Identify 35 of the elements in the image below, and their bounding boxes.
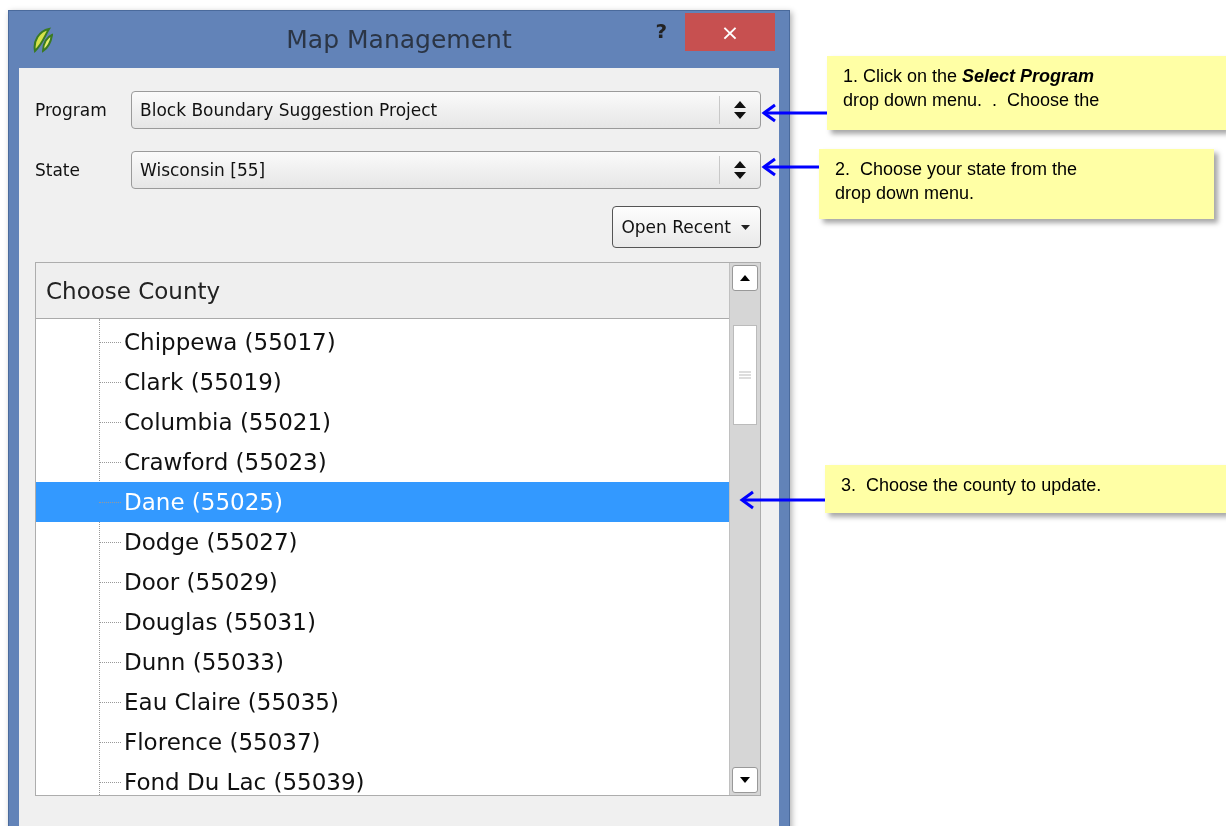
tree-item[interactable]: Columbia (55021): [36, 402, 729, 442]
tree-item[interactable]: Clark (55019): [36, 362, 729, 402]
leaf-logo-icon: [31, 27, 53, 53]
callout-note: 1. Click on the Select Program drop down menu. . Choose the: [827, 56, 1226, 130]
pointer-arrow: [761, 157, 819, 177]
scroll-down-button[interactable]: [732, 767, 758, 793]
field-label: State: [35, 160, 81, 180]
callout-note: 2. Choose your state from the drop down menu.: [819, 149, 1214, 219]
tree-item[interactable]: Fond Du Lac (55039): [36, 762, 729, 795]
help-button[interactable]: ?: [655, 19, 667, 43]
up-triangle-icon: [740, 275, 750, 281]
down-triangle-icon: [740, 777, 750, 783]
tree-item[interactable]: Door (55029): [36, 562, 729, 602]
close-button[interactable]: ×: [685, 13, 775, 51]
scroll-up-button[interactable]: [732, 265, 758, 291]
window-title: Map Management: [286, 25, 512, 54]
tree-item[interactable]: Eau Claire (55035): [36, 682, 729, 722]
tree-item[interactable]: Douglas (55031): [36, 602, 729, 642]
tree-item[interactable]: Crawford (55023): [36, 442, 729, 482]
up-down-arrows-icon: [734, 101, 746, 119]
field-label: Program: [35, 100, 108, 120]
caret-icon: [741, 224, 750, 230]
dropdown-field[interactable]: Block Boundary Suggestion Project: [131, 91, 761, 129]
pointer-arrow: [761, 103, 827, 123]
tree-item[interactable]: Chippewa (55017): [36, 322, 729, 362]
column-header: Choose County: [36, 263, 729, 319]
tree-item[interactable]: Florence (55037): [36, 722, 729, 762]
dropdown-field[interactable]: Wisconsin [55]: [131, 151, 761, 189]
up-down-arrows-icon: [734, 161, 746, 179]
scroll-thumb[interactable]: [733, 325, 757, 425]
callout-note: 3. Choose the county to update.: [825, 465, 1226, 513]
tree-item[interactable]: Dodge (55027): [36, 522, 729, 562]
tree-item[interactable]: Dunn (55033): [36, 642, 729, 682]
scrollbar[interactable]: [729, 263, 760, 795]
open-recent-button[interactable]: Open Recent: [612, 206, 761, 248]
